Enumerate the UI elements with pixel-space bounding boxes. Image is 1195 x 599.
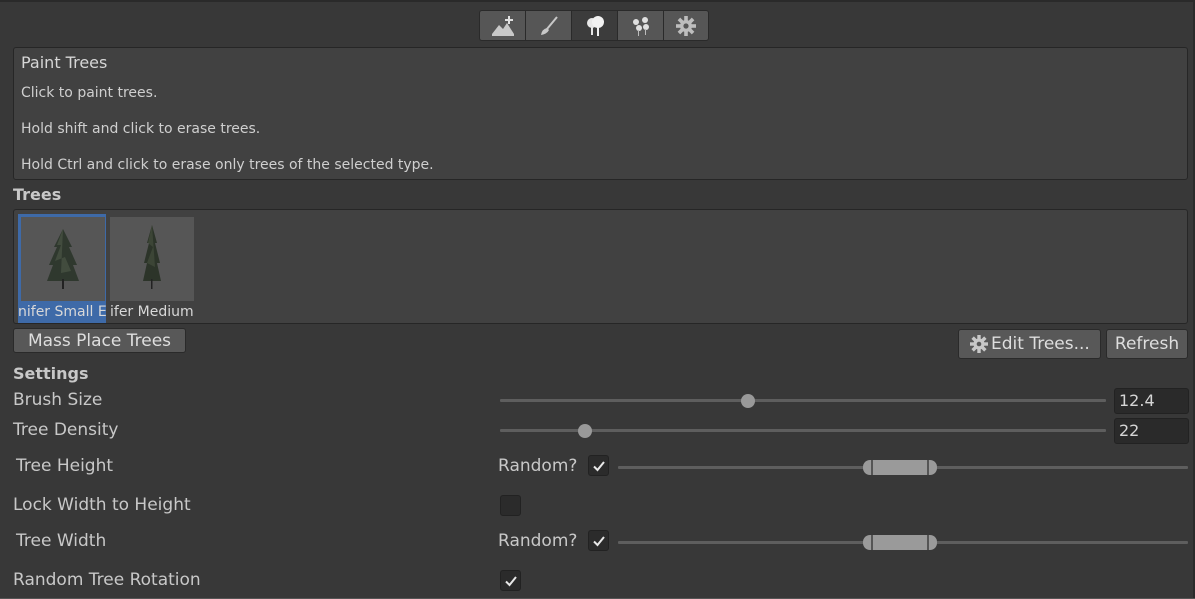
refresh-button[interactable]: Refresh: [1106, 329, 1188, 359]
lock-width-checkbox[interactable]: [500, 495, 521, 516]
checkmark-icon: [504, 575, 517, 586]
help-box: Paint Trees Click to paint trees. Hold s…: [13, 47, 1188, 180]
tree-density-slider-knob[interactable]: [577, 424, 592, 438]
tool-terrain-settings[interactable]: [663, 10, 709, 41]
tree-width-range-handle[interactable]: [863, 535, 938, 550]
tree-preview-icon: [143, 225, 161, 289]
tree-prototype-item[interactable]: ifer Medium: [110, 214, 194, 323]
tree-preview-icon: [47, 229, 79, 289]
tree-width-label: Tree Width: [16, 531, 107, 551]
help-line: Hold shift and click to erase trees.: [21, 121, 261, 137]
settings-section-label: Settings: [13, 364, 89, 383]
help-line: Hold Ctrl and click to erase only trees …: [21, 157, 434, 173]
tree-density-field[interactable]: 22: [1114, 418, 1189, 444]
tree-name: ifer Medium: [110, 304, 194, 320]
tree-height-random-label: Random?: [498, 456, 578, 476]
tree-height-label: Tree Height: [16, 456, 114, 476]
random-rotation-label: Random Tree Rotation: [13, 570, 201, 590]
gear-icon: [676, 15, 696, 36]
help-line: Click to paint trees.: [21, 85, 158, 101]
tool-paint-trees[interactable]: [571, 10, 617, 41]
lock-width-label: Lock Width to Height: [13, 495, 191, 515]
tree-width-random-label: Random?: [498, 531, 578, 551]
brush-size-label: Brush Size: [13, 390, 103, 410]
brush-size-slider-knob[interactable]: [741, 394, 756, 408]
edit-trees-button[interactable]: Edit Trees...: [958, 329, 1101, 359]
brush-size-field[interactable]: 12.4: [1114, 388, 1189, 414]
tree-prototype-grid: nifer Small E ifer Medium: [13, 209, 1188, 324]
paintbrush-icon: [540, 15, 558, 35]
brush-size-slider-track[interactable]: [500, 399, 1106, 402]
tool-paint-texture[interactable]: [525, 10, 571, 41]
terrain-add-icon: [491, 15, 514, 36]
tree-width-random-checkbox[interactable]: [588, 530, 609, 551]
help-title: Paint Trees: [21, 53, 108, 72]
terrain-toolbar: [479, 10, 709, 42]
tree-prototype-item[interactable]: nifer Small E: [18, 214, 106, 323]
edit-trees-label: Edit Trees...: [991, 334, 1090, 354]
tree-height-range-handle[interactable]: [863, 460, 938, 475]
random-rotation-checkbox[interactable]: [500, 570, 521, 591]
details-flowers-icon: [632, 16, 649, 36]
tool-paint-details[interactable]: [617, 10, 663, 41]
tool-raise-lower-terrain[interactable]: [479, 10, 525, 41]
tree-height-random-checkbox[interactable]: [588, 455, 609, 476]
top-border: [0, 0, 1195, 2]
tree-thumbnail: [110, 217, 194, 301]
checkmark-icon: [592, 535, 605, 546]
tree-name: nifer Small E: [18, 304, 106, 320]
gear-icon: [970, 335, 988, 353]
tree-thumbnail: [21, 217, 105, 301]
mass-place-trees-button[interactable]: Mass Place Trees: [13, 328, 186, 353]
checkmark-icon: [592, 460, 605, 471]
trees-icon: [586, 15, 604, 36]
trees-section-label: Trees: [13, 185, 62, 204]
tree-density-label: Tree Density: [13, 420, 119, 440]
